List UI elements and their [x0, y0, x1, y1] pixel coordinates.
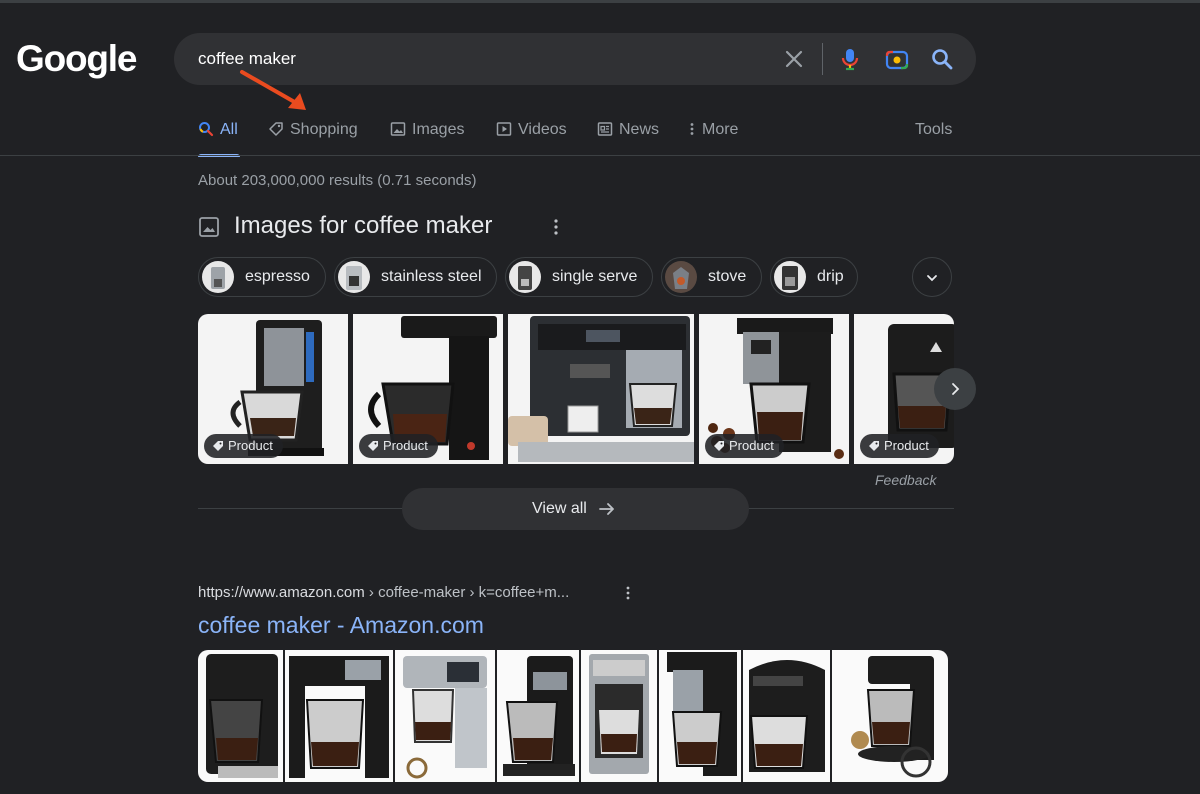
chip-label: single serve [552, 268, 638, 285]
tab-label: Images [412, 121, 465, 138]
chip-label: espresso [245, 268, 310, 285]
tag-icon [269, 122, 283, 136]
coffee-maker-image [508, 316, 694, 462]
tab-images[interactable]: Images [390, 121, 464, 159]
badge-label: Product [383, 438, 428, 453]
badge-label: Product [228, 438, 273, 453]
header-divider [0, 155, 1200, 156]
badge-label: Product [884, 438, 929, 453]
chevron-right-icon [952, 383, 960, 395]
search-box-separator [822, 43, 823, 75]
coffee-maker-image [589, 654, 649, 774]
product-image[interactable] [395, 650, 495, 782]
coffee-maker-image [749, 660, 825, 772]
image-result[interactable]: Product [198, 314, 348, 464]
product-image[interactable] [832, 650, 948, 782]
coffee-maker-image [403, 656, 487, 779]
chip-thumbnail [665, 261, 697, 293]
product-image[interactable] [659, 650, 741, 782]
google-logo[interactable]: Google [16, 38, 137, 80]
image-result[interactable]: Product [353, 314, 503, 464]
microphone-icon[interactable] [836, 45, 864, 73]
product-badge: Product [705, 434, 784, 458]
more-vert-icon [690, 123, 694, 135]
tab-label: All [220, 121, 238, 138]
image-result[interactable]: Product [699, 314, 849, 464]
search-icon [199, 122, 214, 137]
product-badge: Product [204, 434, 283, 458]
chip-thumbnail [202, 261, 234, 293]
image-icon [199, 217, 219, 237]
tab-news[interactable]: News [597, 121, 659, 159]
carousel-next-button[interactable] [934, 368, 976, 410]
coffee-maker-image [667, 652, 737, 776]
tag-icon [368, 441, 378, 451]
expand-chips-button[interactable] [912, 257, 952, 297]
arrow-right-icon [599, 503, 614, 515]
chip-drip[interactable]: drip [770, 257, 858, 297]
product-image[interactable] [581, 650, 657, 782]
tag-icon [714, 441, 724, 451]
tab-label: More [702, 121, 739, 138]
product-image[interactable] [497, 650, 579, 782]
images-section-title: Images for coffee maker [234, 212, 493, 239]
search-icon[interactable] [928, 45, 956, 73]
chip-stove[interactable]: stove [661, 257, 762, 297]
product-image[interactable] [198, 650, 283, 782]
more-vert-icon[interactable] [624, 585, 632, 601]
coffee-maker-image [851, 656, 934, 778]
news-icon [597, 122, 613, 136]
view-all-button[interactable]: View all [402, 488, 749, 530]
tab-videos[interactable]: Videos [496, 121, 567, 159]
tab-shopping[interactable]: Shopping [268, 121, 358, 159]
tools-label: Tools [915, 121, 953, 138]
play-icon [496, 122, 512, 136]
search-tabs: All Shopping Images Videos News More Too… [198, 118, 958, 158]
tools-button[interactable]: Tools [915, 121, 952, 159]
image-results-carousel: Product Product Product Product [198, 314, 954, 464]
result-title-link[interactable]: coffee maker - Amazon.com [198, 612, 484, 639]
tab-label: Videos [518, 121, 567, 138]
chip-label: drip [817, 268, 844, 285]
result-url-domain: https://www.amazon.com [198, 584, 365, 601]
product-image[interactable] [285, 650, 393, 782]
browser-top-border [0, 0, 1200, 3]
more-vert-icon[interactable] [552, 218, 560, 236]
result-product-images [198, 650, 948, 782]
tab-more[interactable]: More [688, 121, 738, 159]
chip-thumbnail [774, 261, 806, 293]
coffee-maker-image [503, 656, 575, 776]
tab-label: News [619, 121, 660, 138]
annotation-arrow [240, 70, 306, 110]
coffee-maker-image [289, 656, 389, 778]
badge-label: Product [729, 438, 774, 453]
results-stats: About 203,000,000 results (0.71 seconds) [198, 172, 477, 189]
product-image[interactable] [743, 650, 830, 782]
tag-icon [869, 441, 879, 451]
tab-label: Shopping [290, 121, 358, 138]
image-filter-chips: espresso stainless steel single serve st… [198, 257, 958, 299]
tag-icon [213, 441, 223, 451]
chip-thumbnail [338, 261, 370, 293]
chip-single-serve[interactable]: single serve [505, 257, 653, 297]
chip-stainless-steel[interactable]: stainless steel [334, 257, 497, 297]
view-all-label: View all [532, 500, 587, 517]
clear-icon[interactable] [780, 45, 808, 73]
chevron-down-icon [927, 275, 937, 282]
image-icon [390, 122, 406, 136]
result-url-path: › coffee-maker › k=coffee+m... [364, 584, 570, 601]
feedback-link[interactable]: Feedback [875, 472, 936, 488]
chip-thumbnail [509, 261, 541, 293]
result-url[interactable]: https://www.amazon.com › coffee-maker › … [198, 584, 569, 601]
product-badge: Product [860, 434, 939, 458]
chip-label: stainless steel [381, 268, 482, 285]
coffee-maker-image [206, 654, 278, 778]
image-result[interactable] [508, 314, 694, 464]
camera-lens-icon[interactable] [883, 45, 911, 73]
chip-espresso[interactable]: espresso [198, 257, 326, 297]
chip-label: stove [708, 268, 747, 285]
product-badge: Product [359, 434, 438, 458]
